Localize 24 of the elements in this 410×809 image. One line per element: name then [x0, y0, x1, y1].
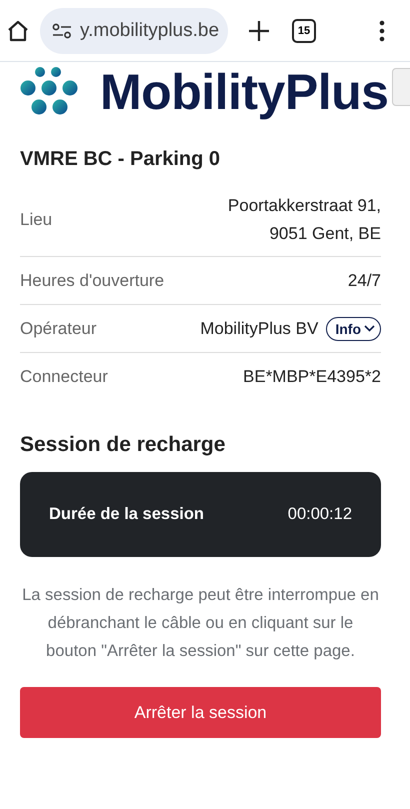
detail-label: Lieu	[20, 210, 52, 230]
duration-value: 00:00:12	[288, 505, 352, 524]
home-icon[interactable]	[6, 18, 30, 42]
plus-icon[interactable]	[248, 20, 270, 42]
tab-count-button[interactable]: 15	[292, 18, 316, 42]
duration-label: Durée de la session	[49, 505, 204, 524]
detail-label: Opérateur	[20, 318, 97, 338]
detail-label: Connecteur	[20, 366, 108, 386]
url-field[interactable]: y.mobilityplus.be	[40, 8, 228, 54]
scroll-handle[interactable]	[392, 68, 410, 106]
section-heading: Session de recharge	[20, 432, 226, 458]
stop-session-button[interactable]: Arrêter la session	[20, 687, 381, 738]
detail-value: MobilityPlus BV	[200, 318, 318, 340]
site-settings-icon[interactable]	[52, 22, 72, 38]
station-title: VMRE BC - Parking 0	[20, 147, 222, 172]
detail-value: 24/7	[348, 270, 381, 292]
chevron-down-icon	[364, 325, 375, 332]
detail-value: BE*MBP*E4395*2	[243, 366, 381, 388]
session-note: La session de recharge peut être interrompue en débranchant le câble ou en cliquant sur le bouton "Arrêter la session" sur cette page.	[21, 585, 380, 662]
detail-value: Poortakkerstraat 91, 9051 Gent, BE	[228, 195, 381, 245]
info-button[interactable]: Info	[326, 316, 381, 340]
detail-label: Heures d'ouverture	[20, 270, 164, 290]
menu-icon[interactable]	[378, 20, 386, 42]
logo-text: MobilityPlus	[100, 63, 388, 121]
